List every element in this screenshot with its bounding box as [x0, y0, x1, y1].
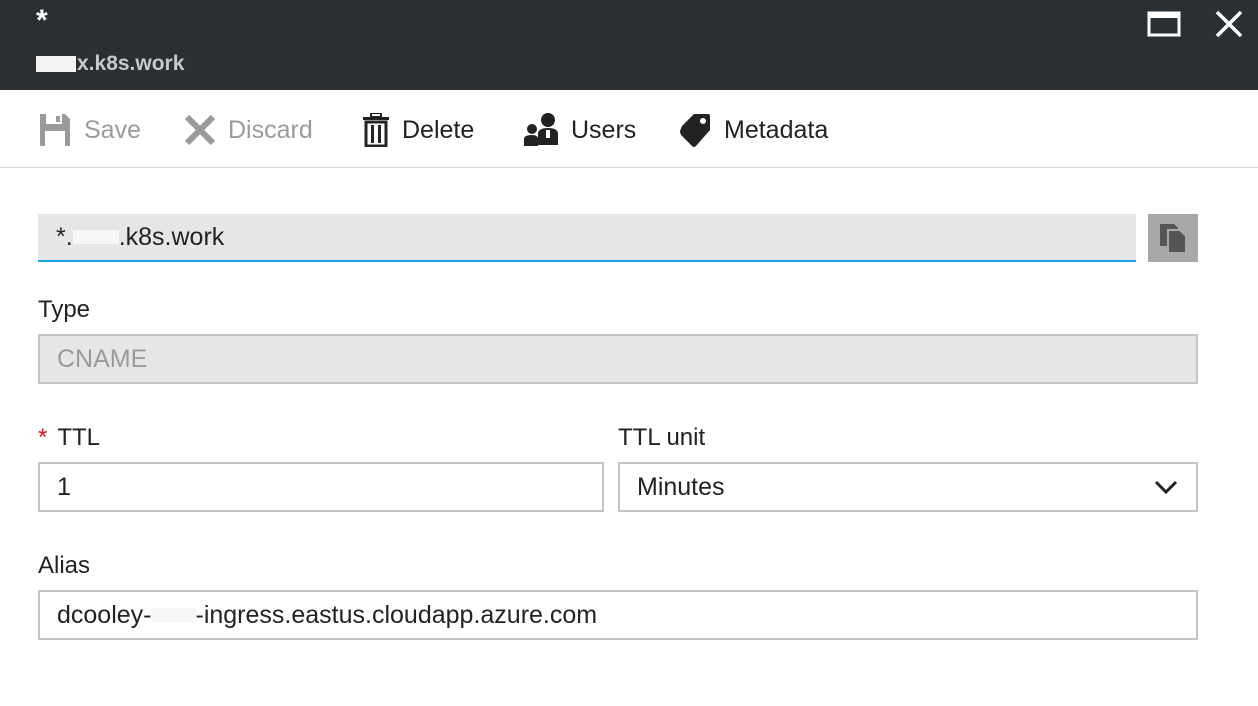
alias-suffix: -ingress.eastus.cloudapp.azure.com	[195, 600, 598, 629]
metadata-button[interactable]: Metadata	[678, 110, 828, 150]
ttl-input[interactable]: 1	[38, 462, 604, 512]
chevron-down-icon	[1154, 480, 1178, 495]
alias-input[interactable]: dcooley- -ingress.eastus.cloudapp.azure.c…	[38, 590, 1198, 640]
redacted-text	[72, 230, 119, 244]
users-button[interactable]: Users	[523, 110, 636, 150]
users-icon	[524, 113, 558, 146]
ttl-unit-value: Minutes	[637, 472, 725, 501]
redacted-text	[151, 608, 196, 622]
record-name-suffix: .k8s.work	[118, 222, 225, 251]
trash-icon	[363, 113, 389, 147]
tag-icon	[680, 114, 710, 147]
maximize-button[interactable]	[1147, 8, 1181, 42]
alias-prefix: dcooley-	[57, 600, 152, 629]
ttl-value: 1	[57, 472, 71, 501]
ttl-unit-label: TTL unit	[618, 424, 706, 451]
type-value: CNAME	[57, 344, 148, 373]
copy-button[interactable]	[1148, 214, 1198, 262]
close-icon	[1215, 10, 1243, 38]
close-button[interactable]	[1212, 8, 1246, 42]
users-label: Users	[571, 115, 637, 144]
save-icon	[40, 114, 70, 146]
delete-label: Delete	[402, 115, 475, 144]
blade-header: * x.k8s.work	[0, 0, 1258, 90]
discard-icon	[184, 114, 216, 146]
metadata-label: Metadata	[724, 115, 829, 144]
blade-subtitle: x.k8s.work	[36, 52, 184, 76]
type-label: Type	[38, 296, 91, 323]
discard-label: Discard	[228, 115, 313, 144]
record-name-prefix: *.	[56, 222, 73, 251]
ttl-label: TTL	[57, 424, 101, 451]
type-field: CNAME	[38, 334, 1198, 384]
blade-title: *	[36, 4, 48, 37]
required-marker: *	[38, 424, 48, 451]
ttl-label-group: * TTL	[38, 424, 100, 452]
redacted-text	[36, 56, 76, 72]
discard-button[interactable]: Discard	[184, 110, 313, 150]
ttl-unit-select[interactable]: Minutes	[618, 462, 1198, 512]
command-bar: Save Discard Delete Users Metadata	[0, 90, 1258, 168]
copy-icon	[1160, 224, 1187, 254]
save-button[interactable]: Save	[38, 110, 141, 150]
maximize-icon	[1147, 11, 1181, 37]
save-label: Save	[84, 115, 141, 144]
delete-button[interactable]: Delete	[362, 110, 474, 150]
blade-subtitle-text: x.k8s.work	[77, 52, 185, 75]
alias-label: Alias	[38, 552, 91, 579]
record-name-field[interactable]: *. .k8s.work	[38, 214, 1136, 262]
